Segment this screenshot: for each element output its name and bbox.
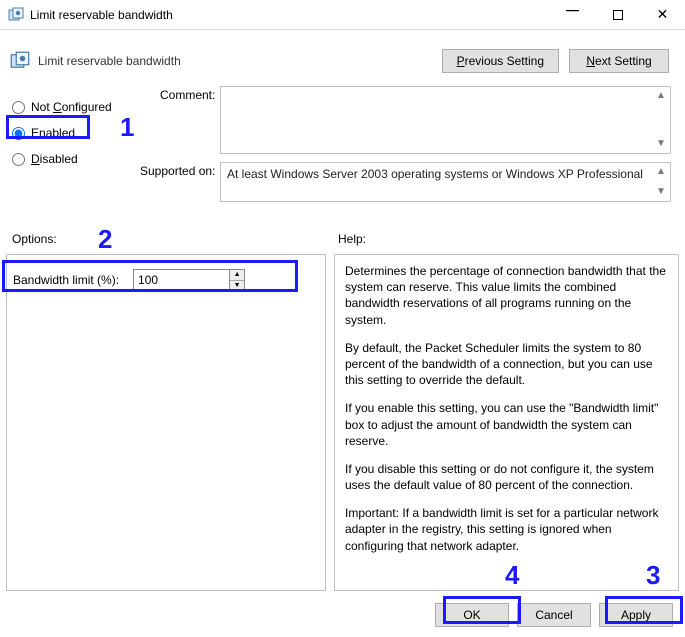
header-row: Limit reservable bandwidth Previous Sett…	[0, 30, 685, 82]
minimize-button[interactable]: ─	[550, 0, 595, 25]
help-pane: Determines the percentage of connection …	[334, 254, 679, 591]
radio-enabled-input[interactable]	[12, 127, 25, 140]
scroll-up-icon[interactable]: ▲	[653, 164, 669, 180]
previous-setting-button[interactable]: Previous Setting	[442, 49, 559, 73]
close-button[interactable]: ✕	[640, 0, 685, 29]
help-paragraph: If you enable this setting, you can use …	[345, 400, 668, 449]
next-setting-button[interactable]: Next Setting	[569, 49, 669, 73]
maximize-button[interactable]	[595, 0, 640, 29]
window-title: Limit reservable bandwidth	[30, 8, 173, 22]
bottom-buttons: OK Cancel Apply	[435, 603, 673, 627]
header-title: Limit reservable bandwidth	[38, 54, 442, 68]
help-paragraph: If you disable this setting or do not co…	[345, 461, 668, 493]
supported-value: At least Windows Server 2003 operating s…	[227, 167, 643, 181]
scroll-down-icon[interactable]: ▼	[653, 184, 669, 200]
mid-labels: Options: Help:	[12, 232, 673, 246]
policy-icon	[10, 51, 30, 71]
options-pane: Bandwidth limit (%): ▲ ▼	[6, 254, 326, 591]
radio-enabled-label: Enabled	[31, 126, 75, 140]
help-label: Help:	[338, 232, 366, 246]
spinner-down-button[interactable]: ▼	[230, 281, 244, 291]
scroll-up-icon[interactable]: ▲	[653, 88, 669, 104]
supported-box: At least Windows Server 2003 operating s…	[220, 162, 671, 202]
help-paragraph: By default, the Packet Scheduler limits …	[345, 340, 668, 389]
options-label: Options:	[12, 232, 338, 246]
radio-disabled-input[interactable]	[12, 153, 25, 166]
apply-button[interactable]: Apply	[599, 603, 673, 627]
radio-not-configured-label: Not Configured	[31, 100, 112, 114]
help-paragraph: Important: If a bandwidth limit is set f…	[345, 505, 668, 554]
supported-label: Supported on:	[140, 162, 220, 202]
cancel-button[interactable]: Cancel	[517, 603, 591, 627]
titlebar: Limit reservable bandwidth ─ ✕	[0, 0, 685, 30]
bandwidth-limit-label: Bandwidth limit (%):	[13, 273, 119, 287]
scroll-down-icon[interactable]: ▼	[653, 136, 669, 152]
radio-not-configured-input[interactable]	[12, 101, 25, 114]
radio-disabled-label: Disabled	[31, 152, 78, 166]
comment-box[interactable]: ▲ ▼	[220, 86, 671, 154]
bandwidth-limit-spinner[interactable]: ▲ ▼	[133, 269, 245, 291]
right-fields: Comment: ▲ ▼ Supported on: At least Wind…	[160, 86, 671, 210]
ok-button[interactable]: OK	[435, 603, 509, 627]
comment-label: Comment:	[160, 86, 220, 154]
spinner-up-button[interactable]: ▲	[230, 270, 244, 281]
bandwidth-limit-input[interactable]	[133, 269, 229, 291]
app-icon	[8, 7, 24, 23]
help-paragraph: Determines the percentage of connection …	[345, 263, 668, 328]
panes: Bandwidth limit (%): ▲ ▼ Determines the …	[6, 254, 679, 591]
